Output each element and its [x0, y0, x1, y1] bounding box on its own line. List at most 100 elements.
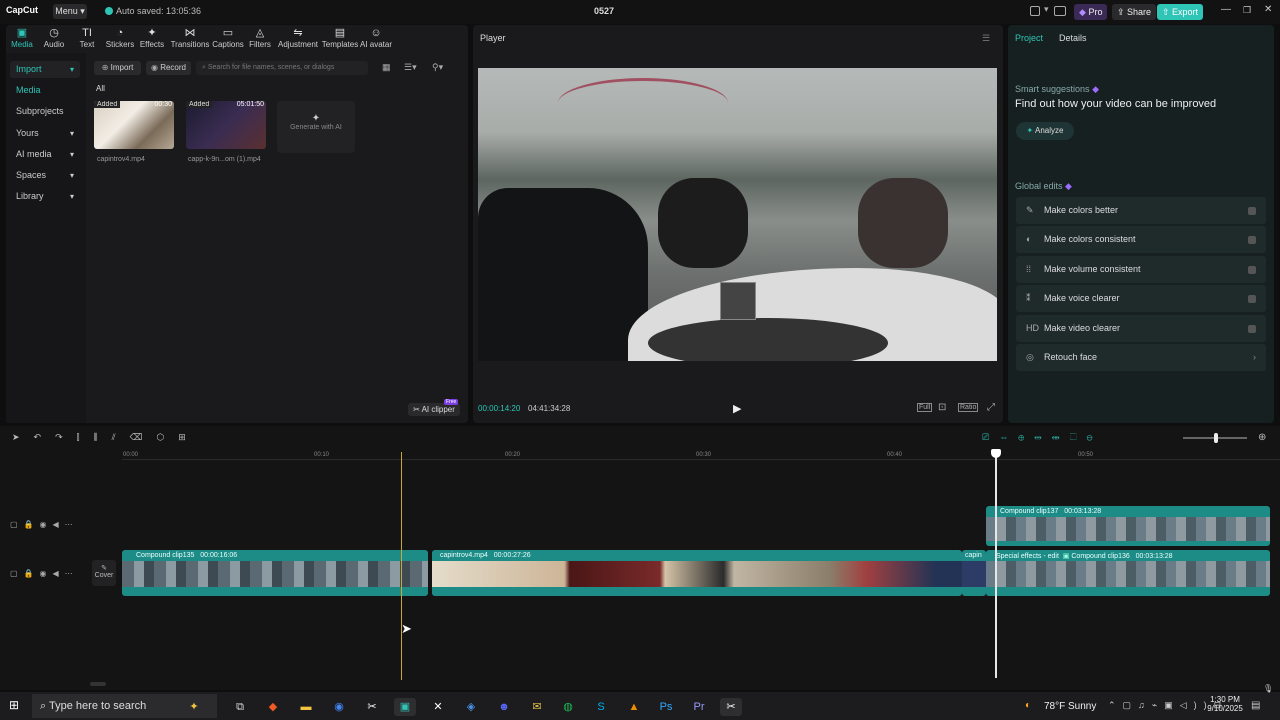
brave-icon[interactable]: ◆: [262, 698, 284, 716]
sort-icon[interactable]: ☰▾: [404, 62, 417, 73]
cover-button[interactable]: ✎ Cover: [92, 560, 116, 586]
clip-compound-135[interactable]: Compound clip135 00:00:16:06: [122, 550, 428, 596]
zoom-slider[interactable]: [1183, 433, 1247, 443]
cloud-check-icon: [105, 7, 113, 15]
timeline-snap-tools[interactable]: ⎚⇔⊕⇹⇼⬚⊖: [982, 432, 1103, 443]
app-yellow-icon[interactable]: ✉: [526, 698, 548, 716]
player-menu-icon[interactable]: ☰: [982, 33, 990, 44]
global-edit-1[interactable]: ◐ Make colors consistent: [1016, 226, 1266, 254]
vlc-icon[interactable]: ▲: [623, 698, 645, 716]
snapshot-icon[interactable]: ⊡: [938, 402, 946, 413]
play-icon[interactable]: ▶: [733, 402, 741, 415]
hd-icon: HD: [1026, 322, 1039, 333]
toggle[interactable]: [1248, 207, 1256, 215]
ratio-button[interactable]: Ratio: [958, 403, 979, 412]
ruler-tick: 00:40: [887, 452, 903, 458]
clip-compound-136[interactable]: Special effects - edit ▣ Compound clip13…: [986, 550, 1270, 596]
current-time: 00:00:14:20: [478, 404, 521, 413]
media-thumb-1[interactable]: Added 05:01:50: [186, 101, 266, 149]
toggle[interactable]: [1248, 295, 1256, 304]
sidebar-item-import[interactable]: Import ▾: [10, 61, 80, 78]
capcut-alt-icon[interactable]: ✕: [427, 698, 449, 716]
total-time: 04:41:34:28: [528, 404, 571, 413]
tool-transitions[interactable]: ⋈ Transitions: [170, 27, 210, 49]
filter-all-tab[interactable]: All: [96, 84, 105, 93]
pro-button[interactable]: ◆ Pro: [1074, 4, 1108, 20]
media-search-input[interactable]: ⌕ Search for file names, scenes, or dial…: [196, 61, 368, 75]
toggle[interactable]: [1248, 236, 1256, 245]
toggle[interactable]: [1248, 324, 1256, 333]
app-blue-icon[interactable]: ◈: [460, 698, 482, 716]
track-controls-2[interactable]: ▢🔒◉◀⋯: [10, 569, 79, 578]
filter-icon[interactable]: ⚲▾: [432, 62, 443, 73]
file-explorer-icon[interactable]: ▬: [295, 698, 317, 716]
media-thumb-0[interactable]: Added 00:30: [94, 101, 174, 149]
maximize-icon[interactable]: ❐: [1243, 5, 1251, 16]
chevron-down-icon: ▾: [69, 65, 74, 74]
playhead[interactable]: [995, 452, 997, 678]
layout-dropdown-icon[interactable]: ▾: [1044, 4, 1049, 15]
shortcut-icon[interactable]: [1054, 6, 1066, 16]
share-button[interactable]: ⇪ Share: [1112, 4, 1157, 20]
grid-view-icon[interactable]: ▦: [382, 62, 391, 73]
clip-capintrov4[interactable]: capintrov4.mp4 00:00:27:26: [432, 550, 962, 596]
global-edit-4[interactable]: HD Make video clearer: [1016, 314, 1266, 342]
tab-project[interactable]: Project: [1015, 33, 1043, 43]
zoom-in-icon[interactable]: ⊕: [1258, 432, 1266, 443]
global-edit-5[interactable]: ◎ Retouch face ›: [1016, 344, 1266, 371]
record-button[interactable]: ◉ Record: [146, 61, 191, 75]
analyze-button[interactable]: ✦ Analyze: [1016, 122, 1074, 140]
sidebar-item-media[interactable]: Media: [10, 82, 80, 99]
import-button[interactable]: ⊕ Import: [94, 61, 141, 75]
preview-people-group: [658, 178, 748, 268]
track-controls-1[interactable]: ▢🔒◉◀⋯: [10, 520, 79, 529]
clip-capin[interactable]: capin: [962, 550, 986, 596]
minimize-icon[interactable]: —: [1221, 4, 1231, 15]
clock[interactable]: 1:30 PM 9/10/2025: [1205, 695, 1245, 713]
mic-icon: 🎙: [1263, 684, 1274, 693]
capcut-active-icon[interactable]: ✂: [720, 698, 742, 716]
tab-details[interactable]: Details: [1059, 33, 1087, 43]
tool-ai-avatar[interactable]: ☺ AI avatar: [356, 27, 396, 49]
generate-with-ai-button[interactable]: ✦ Generate with AI: [277, 101, 355, 153]
task-view-icon[interactable]: ⧉: [229, 698, 251, 716]
sidebar-item-spaces[interactable]: Spaces ▾: [10, 167, 80, 184]
sidebar-item-yours[interactable]: Yours ▾: [10, 125, 80, 142]
timeline-edit-tools[interactable]: ➤↶↷⫿⫼⫽⌫⬡⊞: [12, 432, 200, 443]
ai-avatar-icon: ☺: [370, 27, 382, 39]
tool-templates[interactable]: ▤ Templates: [320, 27, 360, 49]
capcut-taskbar-icon[interactable]: ✂: [361, 698, 383, 716]
app-icon[interactable]: ▣: [394, 698, 416, 716]
media-name-0: capintrov4.mp4: [97, 156, 145, 163]
tool-effects[interactable]: ✦ Effects: [132, 27, 172, 49]
full-button[interactable]: Full: [917, 403, 933, 412]
skype-icon[interactable]: S: [590, 698, 612, 716]
sidebar-item-ai-media[interactable]: AI media ▾: [10, 146, 80, 163]
tool-adjustment[interactable]: ⇋ Adjustment: [278, 27, 318, 49]
photoshop-icon[interactable]: Ps: [655, 698, 677, 716]
layout-icon[interactable]: [1030, 6, 1040, 16]
chrome-icon[interactable]: ◉: [328, 698, 350, 716]
global-edit-3[interactable]: ⁑ Make voice clearer: [1016, 285, 1266, 313]
discord-icon[interactable]: ☻: [493, 698, 515, 716]
toggle[interactable]: [1248, 265, 1256, 274]
notification-icon[interactable]: ▤: [1251, 700, 1260, 711]
copilot-icon[interactable]: ✦: [183, 698, 205, 716]
video-preview[interactable]: [478, 68, 997, 361]
tool-filters[interactable]: ◬ Filters: [240, 27, 280, 49]
menu-button[interactable]: Menu ▾: [53, 4, 87, 19]
premiere-icon[interactable]: Pr: [688, 698, 710, 716]
media-name-1: capp-k-9n...om (1).mp4: [188, 156, 261, 163]
fullscreen-icon[interactable]: ⤢: [987, 402, 995, 413]
windows-start-icon[interactable]: ⊞: [9, 698, 19, 712]
sidebar-item-library[interactable]: Library ▾: [10, 188, 80, 205]
global-edit-2[interactable]: ⁞⁞ Make volume consistent: [1016, 255, 1266, 283]
sidebar-item-subprojects[interactable]: Subprojects: [10, 103, 80, 120]
global-edit-0[interactable]: ✎ Make colors better: [1016, 197, 1266, 224]
clip-compound-137[interactable]: Compound clip137 00:03:13:28: [986, 506, 1270, 546]
export-button[interactable]: ⇧ Export: [1157, 4, 1204, 20]
clip-frames: [432, 561, 962, 587]
spotify-icon[interactable]: ◍: [557, 698, 579, 716]
timeline-scrollbar[interactable]: [90, 682, 106, 686]
close-icon[interactable]: ✕: [1264, 4, 1272, 15]
